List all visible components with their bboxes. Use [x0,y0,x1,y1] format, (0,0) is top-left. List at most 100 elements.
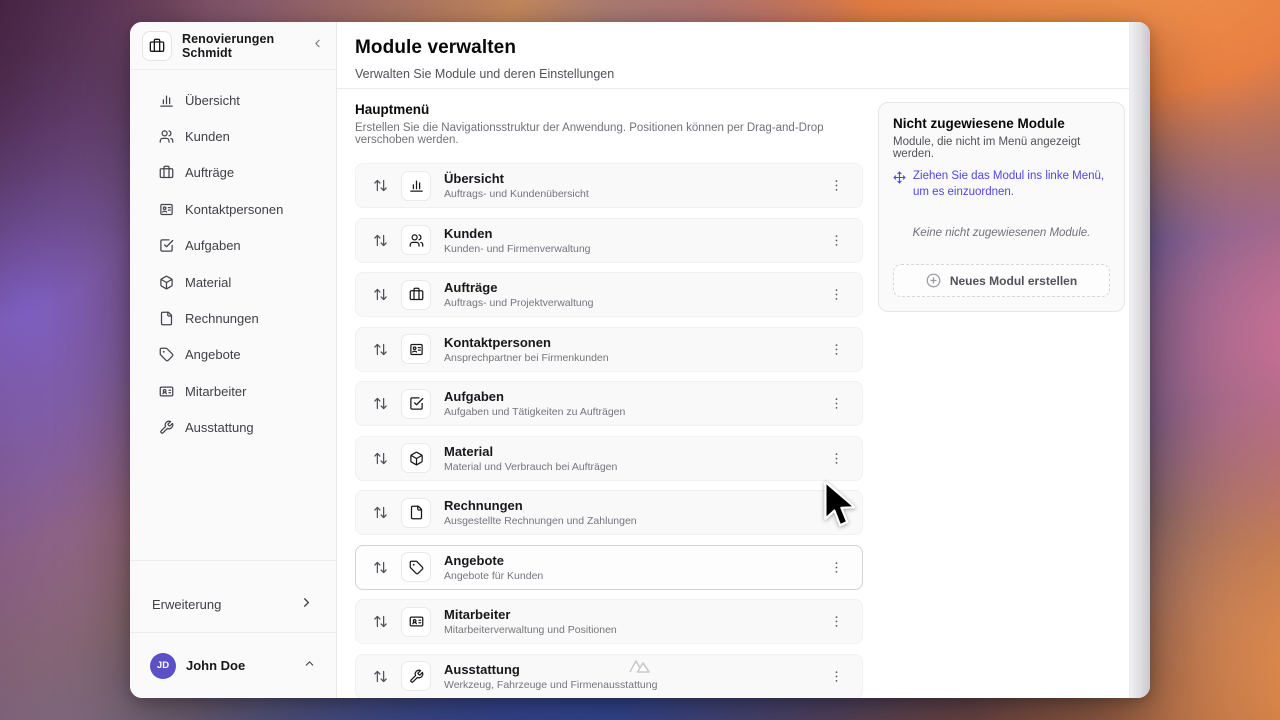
module-title: Angebote [444,552,504,568]
move-icon [893,171,906,189]
drag-handle-icon[interactable] [373,560,388,575]
chevron-left-icon[interactable] [311,37,324,55]
module-title: Kunden [444,225,493,241]
drag-handle-icon[interactable] [373,505,388,520]
tag-icon [401,552,431,582]
module-subtitle: Mitarbeiterverwaltung und Positionen [444,624,617,636]
sidebar-item-uebersicht[interactable]: Übersicht [130,82,336,118]
chevron-up-icon [303,657,316,675]
module-card-kontaktpersonen[interactable]: Kontaktpersonen Ansprechpartner bei Firme… [355,326,863,372]
user-menu[interactable]: JD John Doe [130,632,336,698]
module-card-mitarbeiter[interactable]: Mitarbeiter Mitarbeiterverwaltung und Pos… [355,599,863,644]
module-subtitle: Auftrags- und Projektverwaltung [444,297,594,309]
module-card-angebote[interactable]: Angebote Angebote für Kunden [355,544,863,590]
sidebar-item-label: Material [185,274,232,290]
module-subtitle: Kunden- und Firmenverwaltung [444,242,591,255]
sidebar-item-mitarbeiter[interactable]: Mitarbeiter [130,373,336,409]
box-icon [159,275,174,290]
sidebar-item-material[interactable]: Material [130,264,336,300]
module-options-button[interactable] [824,555,848,579]
sidebar-item-erweiterung[interactable]: Erweiterung [130,560,336,632]
workspace-name: Renovierungen Schmidt [182,31,275,60]
module-options-button[interactable] [824,610,848,634]
panel-description: Module, die nicht im Menü angezeigt werd… [893,136,1081,160]
module-title: Kontaktpersonen [444,334,551,350]
user-name: John Doe [186,658,246,673]
drag-handle-icon[interactable] [373,614,388,629]
bar-chart-icon [159,93,174,108]
briefcase-icon [159,165,174,180]
module-options-button[interactable] [824,283,848,307]
module-subtitle: Auftrags- und Kundenübersicht [444,188,589,200]
create-module-label: Neues Modul erstellen [949,273,1078,288]
module-options-button[interactable] [824,392,848,416]
page-subtitle: Verwalten Sie Module und deren Einstellu… [355,67,615,81]
module-card-rechnungen[interactable]: Rechnungen Ausgestellte Rechnungen und Za… [355,490,863,535]
module-options-button[interactable] [824,664,848,688]
sidebar-item-angebote[interactable]: Angebote [130,337,336,373]
module-subtitle: Ausgestellte Rechnungen und Zahlungen [444,515,637,527]
section-description: Erstellen Sie die Navigationsstruktur de… [355,122,824,146]
main-content: Module verwalten Verwalten Sie Module un… [337,22,1131,698]
app-window: Renovierungen Schmidt Übersicht Kunden Auf… [130,22,1150,698]
workspace-switcher[interactable]: Renovierungen Schmidt [130,22,336,70]
sidebar: Renovierungen Schmidt Übersicht Kunden Auf… [130,22,337,698]
check-square-icon [401,388,431,419]
module-card-material[interactable]: Material Material und Verbrauch bei Auftr… [355,435,863,481]
module-card-aufgaben[interactable]: Aufgaben Aufgaben und Tätigkeiten zu Auft… [355,381,863,426]
users-icon [159,129,174,144]
module-list: Übersicht Auftrags- und Kundenübersicht Ku… [355,163,863,698]
drag-handle-icon[interactable] [373,287,388,302]
sidebar-item-aufgaben[interactable]: Aufgaben [130,228,336,264]
module-options-button[interactable] [824,337,848,361]
module-options-button[interactable] [824,446,848,470]
drag-handle-icon[interactable] [373,342,388,357]
sidebar-nav: Übersicht Kunden Aufträge Kontaktpersonen Au… [130,70,336,560]
sidebar-item-kunden[interactable]: Kunden [130,118,336,154]
mountains-icon [627,657,653,678]
wrench-icon [159,420,174,435]
drag-handle-icon[interactable] [373,669,388,684]
module-subtitle: Angebote für Kunden [444,569,544,582]
drag-handle-icon[interactable] [373,178,388,193]
id-card-icon [159,384,174,399]
box-icon [401,443,431,473]
module-subtitle: Material und Verbrauch bei Aufträgen [444,460,618,473]
main-menu-section: Hauptmenü Erstellen Sie die Navigationss… [355,102,863,698]
sidebar-item-label: Rechnungen [185,311,259,327]
sidebar-item-label: Aufgaben [185,238,241,254]
drag-hint: Ziehen Sie das Modul ins linke Menü, um … [893,168,1110,200]
sidebar-item-rechnungen[interactable]: Rechnungen [130,300,336,336]
sidebar-item-label: Aufträge [185,165,235,181]
id-card-icon [401,606,431,637]
module-options-button[interactable] [824,174,848,198]
module-options-button[interactable] [824,501,848,525]
drag-handle-icon[interactable] [373,396,388,411]
briefcase-icon [401,279,431,310]
drag-handle-icon[interactable] [373,451,388,466]
module-card-ausstattung[interactable]: Ausstattung Werkzeug, Fahrzeuge und Firme… [355,653,863,698]
drag-hint-text: Ziehen Sie das Modul ins linke Menü, um … [913,170,1105,199]
module-subtitle: Ansprechpartner bei Firmenkunden [444,351,609,364]
bar-chart-icon [401,170,431,201]
module-options-button[interactable] [824,228,848,252]
sidebar-item-kontaktpersonen[interactable]: Kontaktpersonen [130,191,336,227]
sidebar-item-ausstattung[interactable]: Ausstattung [130,410,336,446]
tag-icon [159,347,174,362]
file-icon [159,311,174,326]
sidebar-item-auftraege[interactable]: Aufträge [130,155,336,191]
plus-circle-icon [926,273,941,288]
briefcase-icon [142,30,172,61]
module-card-uebersicht[interactable]: Übersicht Auftrags- und Kundenübersicht [355,163,863,208]
module-card-kunden[interactable]: Kunden Kunden- und Firmenverwaltung [355,217,863,263]
module-card-auftraege[interactable]: Aufträge Auftrags- und Projektverwaltung [355,272,863,317]
sidebar-item-label: Angebote [185,347,241,363]
create-module-button[interactable]: Neues Modul erstellen [893,264,1110,298]
unassigned-modules-panel: Nicht zugewiesene Module Module, die nic… [878,102,1125,313]
contact-card-icon [159,202,174,217]
module-title: Übersicht [444,171,504,186]
page-title: Module verwalten [355,37,517,58]
drag-handle-icon[interactable] [373,233,388,248]
module-title: Rechnungen [444,498,523,513]
panel-title: Nicht zugewiesene Module [893,116,1065,131]
